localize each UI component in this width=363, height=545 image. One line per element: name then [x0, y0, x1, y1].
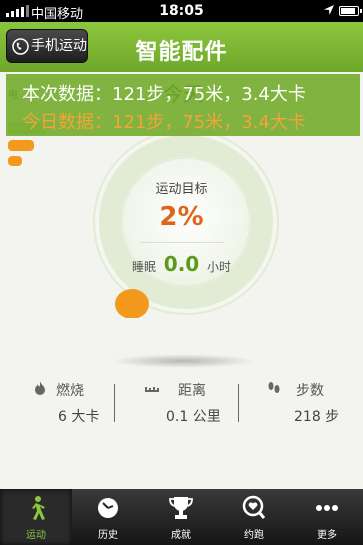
clock-icon [98, 498, 118, 518]
divider [140, 242, 224, 243]
page-title: 智能配件 [135, 40, 228, 65]
sleep-unit: 小时 [207, 260, 232, 274]
battery-icon [339, 6, 362, 16]
stat-value: 218 步 [294, 409, 340, 425]
sleep-row: 睡眠 0.0 小时 [0, 252, 363, 276]
stat-value: 6 大卡 [58, 409, 100, 425]
tab-history[interactable]: 历史 [72, 489, 144, 545]
stat-distance: 距离 0.1 公里 [142, 376, 262, 426]
indicator-bar [8, 156, 22, 166]
tab-label: 约跑 [244, 530, 264, 541]
sleep-value: 0.0 [163, 252, 200, 276]
tab-label: 历史 [98, 530, 118, 541]
footprints-icon [268, 382, 280, 393]
stat-label: 燃烧 [56, 383, 84, 399]
goal-percent: 2% [159, 202, 204, 232]
ring-shadow [110, 354, 256, 368]
location-arrow-icon [324, 5, 334, 15]
stat-burn: 燃烧 6 大卡 [28, 376, 148, 426]
tab-achievement[interactable]: 成就 [145, 489, 217, 545]
walker-icon [32, 496, 45, 520]
more-icon [316, 505, 338, 511]
today-data-text: 今日数据：121步，75米，3.4大卡 [22, 112, 306, 133]
nav-bar: 手机运动 智能配件 [0, 22, 363, 72]
clock-time: 18:05 [159, 3, 204, 19]
stat-steps: 步数 218 步 [264, 376, 363, 426]
status-bar: 中国移动 18:05 [0, 0, 363, 22]
tab-label: 运动 [26, 530, 46, 541]
ruler-icon [145, 387, 159, 392]
data-overlay: 本次数据：121步，75米，3.4大卡 今日数据：121步，75米，3.4大卡 [6, 74, 360, 136]
stat-label: 距离 [178, 383, 206, 399]
progress-marker [115, 289, 149, 318]
goal-label: 运动目标 [155, 182, 208, 197]
heart-search-icon [242, 495, 266, 519]
indicator-bar [8, 140, 34, 151]
divider [114, 384, 115, 422]
tab-run-together[interactable]: 约跑 [218, 489, 290, 545]
sleep-label: 睡眠 [131, 260, 156, 274]
tab-label: 更多 [317, 530, 337, 541]
tab-exercise[interactable]: 运动 [0, 489, 72, 545]
trophy-icon [169, 497, 193, 519]
tab-bar: 运动 历史 成就 约跑 更多 [0, 489, 363, 545]
divider [238, 384, 239, 422]
tab-label: 成就 [171, 530, 191, 541]
stat-label: 步数 [296, 383, 324, 399]
tab-more[interactable]: 更多 [291, 489, 363, 545]
flame-icon [35, 381, 45, 395]
current-data-text: 本次数据：121步，75米，3.4大卡 [22, 84, 306, 105]
stat-value: 0.1 公里 [166, 409, 221, 425]
